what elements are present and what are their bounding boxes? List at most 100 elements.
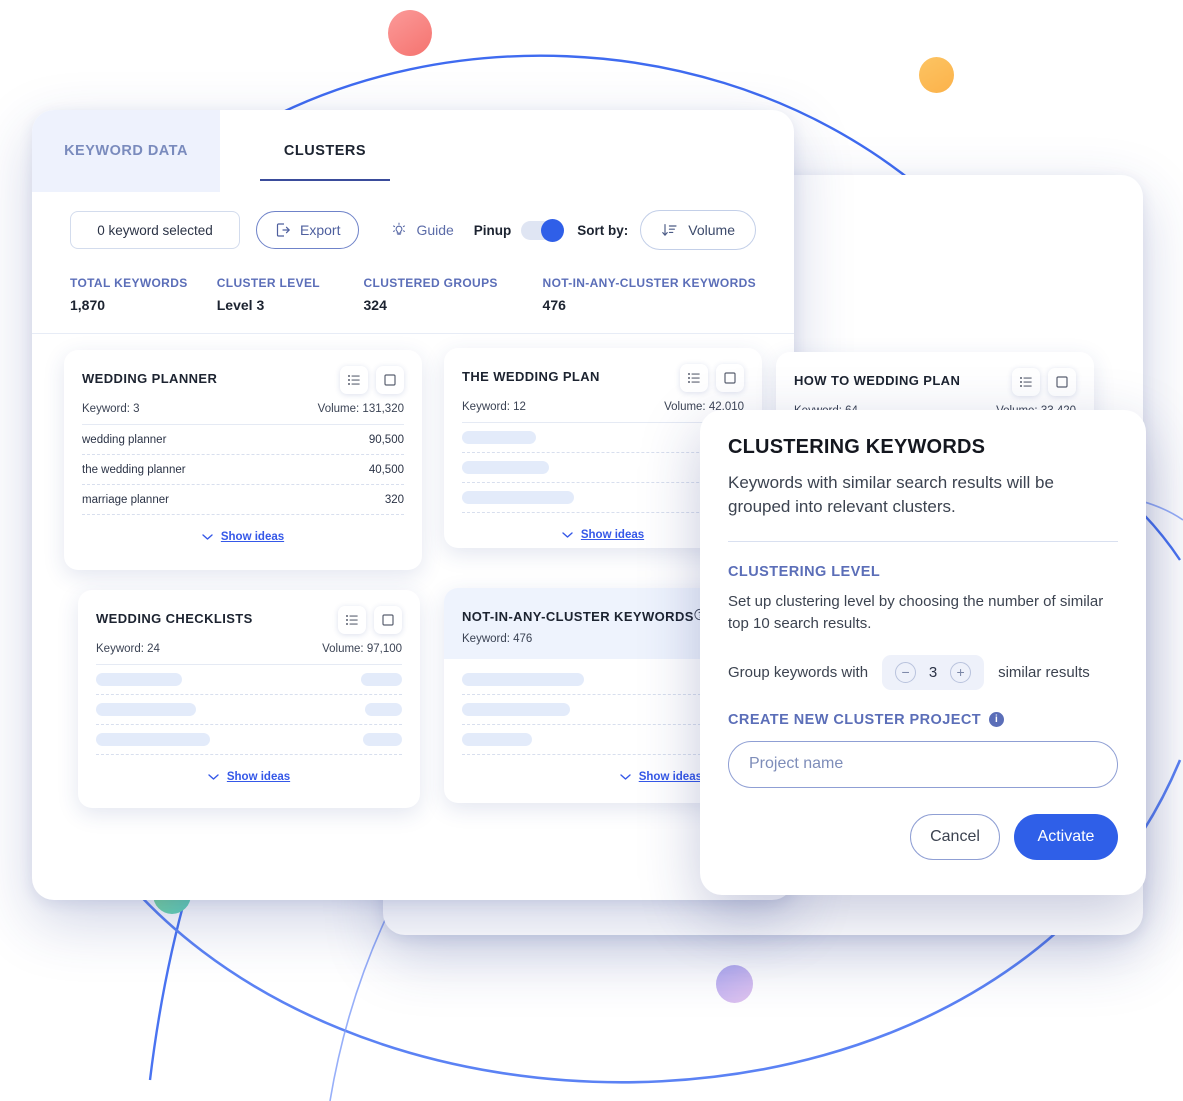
card-list-button[interactable]: [1012, 368, 1040, 396]
stat-clustered-groups-value: 324: [363, 297, 387, 313]
info-icon[interactable]: i: [989, 712, 1005, 728]
guide-button[interactable]: Guide: [385, 211, 459, 249]
stat-not-in-any-cluster-label: NOT-IN-ANY-CLUSTER KEYWORDS: [542, 276, 756, 290]
card-keyword-count: Keyword: 12: [462, 401, 526, 413]
skeleton-row: [96, 695, 402, 725]
card-list-button[interactable]: [338, 606, 366, 634]
chevron-down-icon: [562, 532, 573, 538]
create-cluster-project-heading: CREATE NEW CLUSTER PROJECT i: [728, 712, 1118, 728]
stepper-decrement-button[interactable]: −: [895, 661, 917, 683]
activate-button[interactable]: Activate: [1014, 813, 1118, 860]
sort-by-button[interactable]: Volume: [640, 210, 756, 250]
checkbox-icon: [1056, 376, 1068, 388]
card-actions: [338, 606, 402, 634]
tab-bar: KEYWORD DATA CLUSTERS: [32, 110, 794, 192]
chevron-down-icon: [202, 534, 213, 540]
list-icon: [1020, 377, 1032, 387]
skeleton-bar: [363, 733, 402, 746]
card-meta: Keyword: 3 Volume: 131,320: [82, 403, 404, 415]
modal-divider: [728, 541, 1118, 543]
project-name-input[interactable]: [728, 740, 1118, 788]
modal-actions: Cancel Activate: [728, 813, 1118, 860]
sort-value-label: Volume: [688, 222, 735, 238]
tab-clusters[interactable]: CLUSTERS: [260, 110, 390, 192]
skeleton-bar: [462, 491, 574, 504]
clustering-level-heading: CLUSTERING LEVEL: [728, 564, 881, 581]
cluster-card[interactable]: WEDDING PLANNER Keyword: 3 Volume: 131,3…: [64, 350, 422, 570]
toolbar: 0 keyword selected Export Guide Pinup So…: [32, 192, 794, 254]
skeleton-bar: [462, 733, 532, 746]
export-button[interactable]: Export: [256, 211, 360, 249]
keyword-list-skeleton: [78, 665, 420, 755]
card-volume: Volume: 97,100: [322, 643, 402, 655]
sort-by-label: Sort by:: [577, 222, 629, 238]
cancel-button[interactable]: Cancel: [910, 813, 1000, 860]
skeleton-bar: [365, 703, 402, 716]
clustering-level-stepper: − 3 +: [882, 654, 985, 690]
card-header: THE WEDDING PLAN Keyword: 12 Volume: 42,…: [444, 348, 762, 413]
card-checkbox-button[interactable]: [716, 364, 744, 392]
stat-cluster-level: CLUSTER LEVEL Level 3: [217, 276, 364, 313]
card-meta: Keyword: 24 Volume: 97,100: [96, 643, 402, 655]
card-title: WEDDING CHECKLISTS: [96, 611, 253, 626]
skeleton-row: [462, 725, 706, 755]
show-ideas-button[interactable]: Show ideas: [64, 515, 422, 559]
guide-label: Guide: [416, 222, 454, 238]
skeleton-bar: [462, 703, 570, 716]
not-in-any-cluster-card[interactable]: NOT-IN-ANY-CLUSTER KEYWORDS Keyword: 476: [444, 588, 724, 803]
keyword-selected-dropdown[interactable]: 0 keyword selected: [70, 211, 240, 249]
show-ideas-button[interactable]: Show ideas: [78, 755, 420, 799]
skeleton-bar: [361, 673, 402, 686]
decor-dot-orange: [919, 57, 954, 93]
keyword-row[interactable]: wedding planner 90,500: [82, 425, 404, 455]
card-actions: [680, 364, 744, 392]
keyword-row[interactable]: the wedding planner 40,500: [82, 455, 404, 485]
stat-clustered-groups: CLUSTERED GROUPS 324: [364, 276, 543, 313]
chevron-down-icon: [620, 774, 631, 780]
skeleton-bar: [96, 733, 210, 746]
card-meta: Keyword: 476: [462, 633, 706, 645]
card-list-button[interactable]: [680, 364, 708, 392]
plus-icon: +: [956, 664, 965, 681]
show-ideas-button[interactable]: Show ideas: [444, 755, 724, 799]
list-icon: [688, 373, 700, 383]
export-label: Export: [300, 222, 341, 238]
card-keyword-count: Keyword: 476: [462, 633, 533, 645]
show-ideas-label: Show ideas: [220, 531, 285, 543]
card-checkbox-button[interactable]: [1048, 368, 1076, 396]
decor-dot-purple: [716, 965, 753, 1003]
pinup-toggle-knob: [541, 218, 565, 242]
stat-total-keywords-value: 1,870: [70, 297, 106, 313]
card-checkbox-button[interactable]: [376, 366, 404, 394]
card-list-button[interactable]: [340, 366, 368, 394]
keyword-volume: 40,500: [368, 463, 404, 476]
skeleton-bar: [462, 431, 536, 444]
toolbar-divider: [32, 333, 794, 334]
card-actions: [340, 366, 404, 394]
export-icon: [276, 223, 291, 237]
card-header: WEDDING PLANNER Keyword: 3 Volume: 131,3…: [64, 350, 422, 415]
skeleton-bar: [96, 703, 196, 716]
cluster-card[interactable]: WEDDING CHECKLISTS Keyword: 24 Volume: 9…: [78, 590, 420, 808]
list-icon: [348, 375, 360, 385]
card-meta: Keyword: 12 Volume: 42,010: [462, 401, 744, 413]
card-checkbox-button[interactable]: [374, 606, 402, 634]
tab-keyword-data[interactable]: KEYWORD DATA: [32, 110, 220, 192]
modal-title: CLUSTERING KEYWORDS: [728, 436, 986, 458]
stat-cluster-level-value: Level 3: [216, 297, 265, 313]
stepper-increment-button[interactable]: +: [950, 661, 972, 683]
card-header: HOW TO WEDDING PLAN: [776, 352, 1094, 417]
keyword-row[interactable]: marriage planner 320: [82, 485, 404, 515]
stat-not-in-any-cluster-value: 476: [542, 297, 566, 313]
stepper-suffix-label: similar results: [998, 663, 1090, 681]
keyword-list-skeleton: [444, 659, 724, 755]
stat-not-in-any-cluster: NOT-IN-ANY-CLUSTER KEYWORDS 476: [543, 276, 756, 313]
card-title: WEDDING PLANNER: [82, 371, 218, 386]
clustering-keywords-modal: CLUSTERING KEYWORDS Keywords with simila…: [700, 410, 1146, 895]
chevron-down-icon: [208, 774, 219, 780]
pinup-toggle[interactable]: [521, 218, 565, 242]
card-title: HOW TO WEDDING PLAN: [794, 373, 961, 388]
list-icon: [346, 615, 358, 625]
keyword-term: the wedding planner: [82, 463, 186, 476]
keyword-list: wedding planner 90,500 the wedding plann…: [64, 425, 422, 515]
